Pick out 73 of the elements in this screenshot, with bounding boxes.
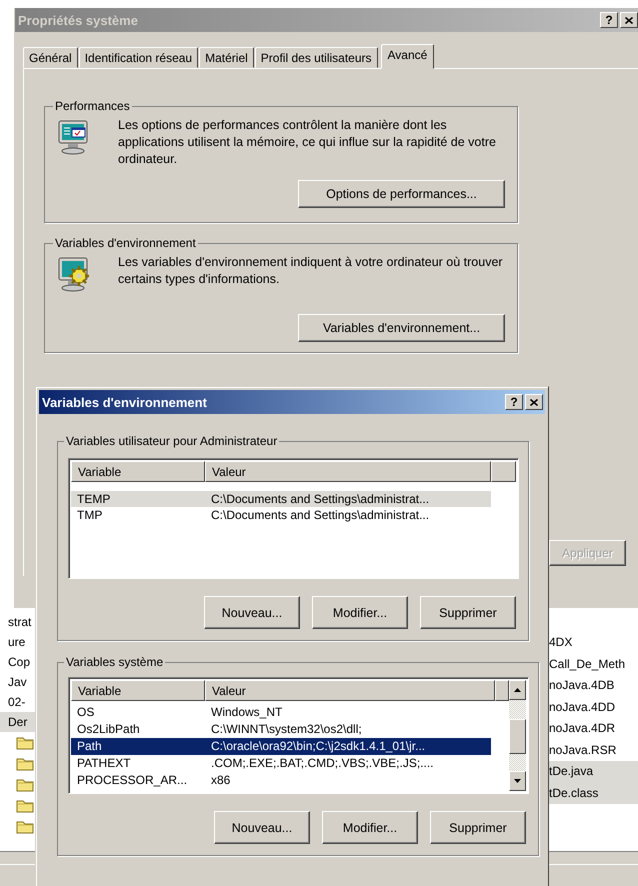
up-arrow-icon [514, 688, 521, 692]
column-header[interactable]: Valeur [205, 461, 491, 482]
file-item[interactable]: Call_De_Meth [546, 654, 638, 675]
tab[interactable]: Général [23, 47, 78, 68]
monitor-gear-icon [57, 256, 91, 292]
list-row[interactable]: TMP C:\Documents and Settings\administrat... [71, 507, 491, 523]
file-item[interactable]: 02- [0, 692, 36, 712]
column-header[interactable]: Variable [71, 680, 205, 701]
file-item[interactable]: noJava.4DR [546, 718, 638, 740]
file-item[interactable]: Jav [0, 672, 36, 692]
column-header[interactable]: Valeur [205, 680, 495, 701]
close-button[interactable] [525, 394, 543, 410]
table-cell-text: OS [76, 704, 96, 721]
table-cell-text: Windows_NT [210, 704, 284, 721]
button[interactable]: Options de performances... [298, 180, 505, 208]
file-item[interactable]: noJava.RSR [546, 740, 638, 761]
file-item[interactable]: noJava.4DD [546, 696, 638, 718]
table-cell-text: C:\WINNT\system32\os2\dll; [210, 721, 363, 738]
down-arrow-icon [514, 779, 521, 783]
table-cell-text: TMP [76, 507, 104, 523]
tab[interactable]: Avancé [380, 44, 434, 69]
list-row[interactable]: PATHEXT .COM;.EXE;.BAT;.CMD;.VBS;.VBE;.JS;.... [71, 755, 491, 772]
group-title: Variables utilisateur pour Administrateur [65, 434, 278, 448]
scroll-up-button[interactable] [509, 680, 526, 700]
scroll-down-button[interactable] [509, 771, 526, 791]
table-cell-text: C:\Documents and Settings\administrat... [210, 491, 430, 507]
table-cell-text: Path [76, 738, 103, 755]
scroll-thumb[interactable] [509, 719, 526, 754]
button[interactable]: Nouveau... [214, 811, 310, 844]
table-cell-text: C:\oracle\ora92\bin;C:\j2sdk1.4.1_01\jr... [210, 738, 426, 755]
group-title: Performances [54, 99, 131, 113]
table-cell-text: PROCESSOR_AR... [76, 772, 188, 789]
button[interactable]: Nouveau... [204, 596, 300, 629]
description-text: Les variables d'environnement indiquent à votre ordinateur où trouver certains types d'informations. [118, 254, 504, 288]
file-item[interactable]: tDe.class [546, 782, 638, 804]
list-row[interactable]: TEMP C:\Documents and Settings\administrat... [71, 491, 491, 507]
button[interactable]: Supprimer [430, 811, 526, 844]
list-row[interactable]: OS Windows_NT [71, 704, 491, 721]
scrollbar[interactable] [509, 680, 526, 791]
column-header [491, 461, 516, 482]
table-cell-text: TEMP [76, 491, 112, 507]
column-header [495, 680, 509, 701]
list-row[interactable]: PROCESSOR_AR... x86 [71, 772, 491, 789]
tab[interactable]: Identification réseau [78, 47, 198, 68]
tab[interactable]: Profil des utilisateurs [254, 47, 378, 68]
table-cell-text: x86 [210, 772, 232, 789]
list-row[interactable]: Os2LibPath C:\WINNT\system32\os2\dll; [71, 721, 491, 738]
close-icon [625, 16, 633, 24]
button[interactable]: Supprimer [420, 596, 516, 629]
close-icon [530, 398, 538, 406]
file-item[interactable]: Der [0, 712, 36, 732]
table-cell-text: PATHEXT [76, 755, 132, 772]
file-item[interactable]: 4DX [546, 632, 638, 654]
button[interactable]: Modifier... [322, 811, 418, 844]
group-title: Variables système [65, 655, 164, 669]
table-cell-text: C:\Documents and Settings\administrat... [210, 507, 430, 523]
table-cell-text: .COM;.EXE;.BAT;.CMD;.VBS;.VBE;.JS;.... [210, 755, 434, 772]
tab[interactable]: Matériel [199, 47, 254, 68]
window-title: Variables d'environnement [42, 394, 207, 410]
file-item[interactable]: strat [0, 612, 36, 632]
group-title: Variables d'environnement [54, 236, 197, 250]
file-item[interactable]: tDe.java [546, 761, 638, 782]
help-button[interactable]: ? [505, 394, 523, 410]
button[interactable]: Variables d'environnement... [298, 314, 505, 342]
list-row[interactable]: Path C:\oracle\ora92\bin;C:\j2sdk1.4.1_01\jr... [71, 738, 491, 755]
description-text: Les options de performances contrôlent la manière dont les applications utilisent la mémoire, ce qui influe sur la rapidité de votre ordinateur. [118, 117, 497, 168]
table-cell-text: Os2LibPath [76, 721, 141, 738]
file-item[interactable]: noJava.4DB [546, 675, 638, 696]
window-title: Propriétés système [18, 12, 138, 28]
button[interactable]: Modifier... [312, 596, 408, 629]
file-item[interactable]: ure [0, 632, 36, 652]
file-item[interactable]: Cop [0, 652, 36, 672]
column-header[interactable]: Variable [71, 461, 205, 482]
